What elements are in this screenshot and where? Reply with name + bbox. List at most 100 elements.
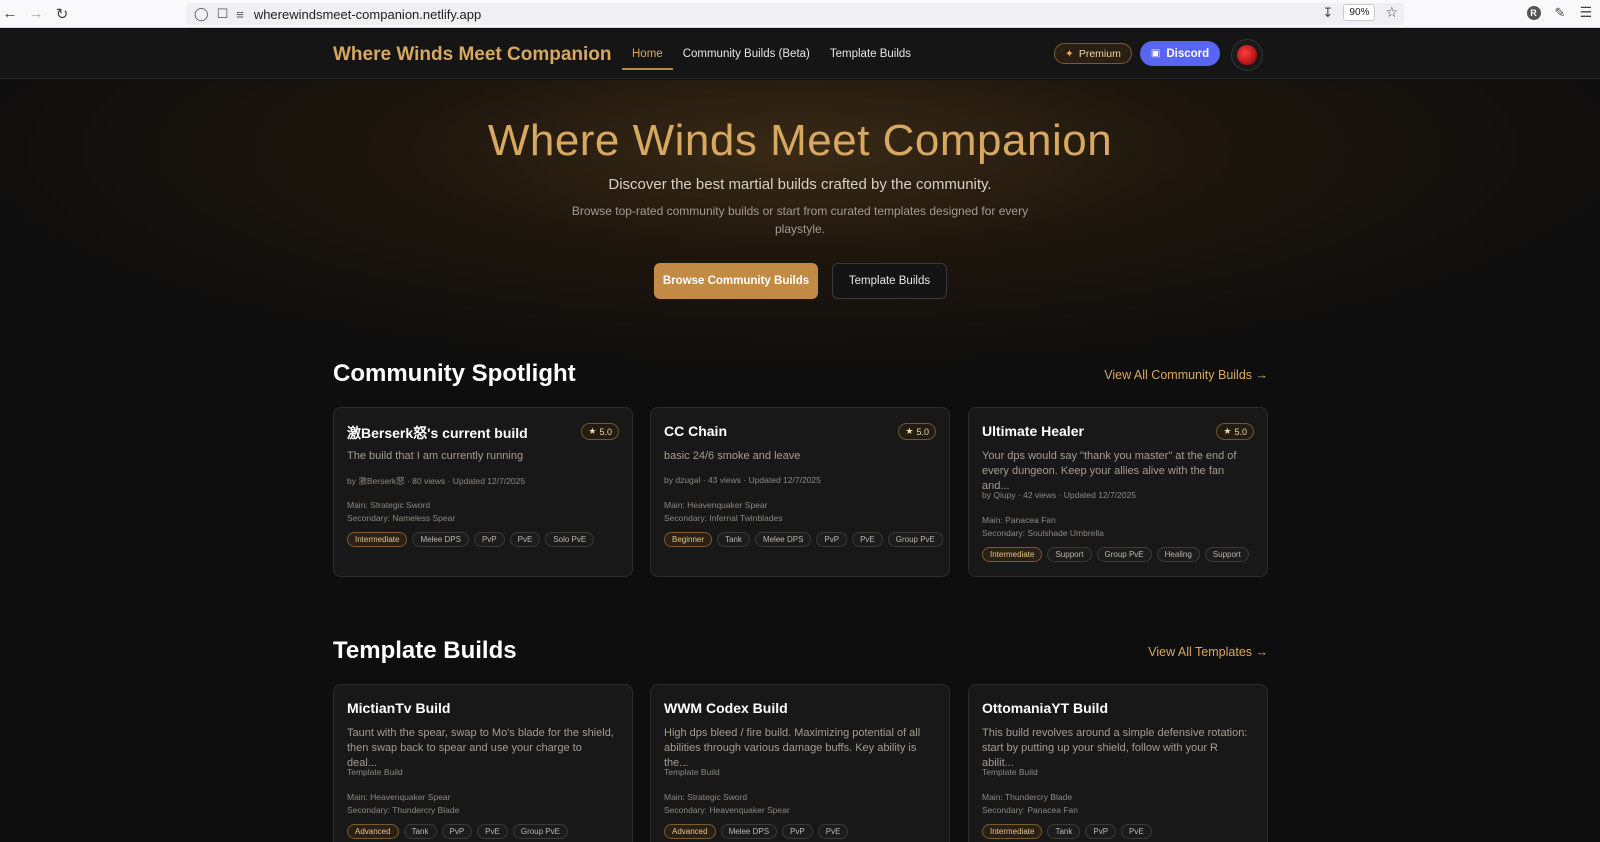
- hero-subtitle: Discover the best martial builds crafted…: [608, 176, 992, 193]
- tag: PvP: [1085, 824, 1117, 839]
- spotlight-card[interactable]: Ultimate Healer ★ 5.0 Your dps would say …: [968, 407, 1268, 577]
- download-icon[interactable]: ↧: [1323, 5, 1334, 21]
- site-logo[interactable]: Where Winds Meet Companion: [333, 44, 612, 66]
- tag: Melee DPS: [754, 532, 812, 547]
- difficulty-tag: Intermediate: [982, 547, 1043, 562]
- difficulty-tag: Intermediate: [982, 824, 1043, 839]
- view-all-community-builds-link[interactable]: View All Community Builds →: [1104, 368, 1268, 382]
- card-description: Taunt with the spear, swap to Mo's blade…: [347, 727, 614, 769]
- menu-icon[interactable]: ☰: [1579, 4, 1592, 21]
- shield-icon[interactable]: ◯: [194, 6, 209, 22]
- avatar-image: [1237, 45, 1257, 65]
- tag: PvP: [782, 824, 813, 839]
- star-icon: ★: [588, 426, 597, 436]
- discord-label: Discord: [1166, 47, 1210, 60]
- card-secondary-weapon: Secondary: Heavenquaker Spear: [664, 805, 790, 815]
- browser-toolbar: ← → ↻ ◯ ☐ ≡ wherewindsmeet-companion.net…: [0, 0, 1600, 28]
- card-secondary-weapon: Secondary: Panacea Fan: [982, 805, 1078, 815]
- forward-arrow-icon[interactable]: →: [26, 4, 46, 24]
- rating-value: 5.0: [1234, 426, 1247, 437]
- tag: PvP: [473, 532, 505, 547]
- tag: Support: [1047, 547, 1092, 562]
- card-description: High dps bleed / fire build. Maximizing …: [664, 727, 921, 769]
- tag: PvP: [441, 824, 473, 839]
- star-icon: ★: [1223, 426, 1232, 436]
- rating-badge: ★ 5.0: [1216, 423, 1254, 440]
- extensions-icon[interactable]: ✎: [1555, 5, 1566, 21]
- card-meta: by 激Berserk怒 · 80 views · Updated 12/7/2…: [347, 476, 526, 486]
- discord-icon: ▣: [1150, 48, 1161, 59]
- zoom-level[interactable]: 90%: [1343, 4, 1376, 21]
- profile-avatar-icon[interactable]: R: [1526, 5, 1541, 20]
- community-spotlight-title: Community Spotlight: [333, 360, 576, 387]
- card-title: OttomaniaYT Build: [982, 700, 1108, 716]
- card-meta: Template Build: [347, 767, 403, 777]
- card-secondary-weapon: Secondary: Thundercry Blade: [347, 805, 460, 815]
- card-description: Your dps would say "thank you master" at…: [982, 450, 1237, 492]
- tag: Solo PvE: [545, 532, 595, 547]
- tag: PvE: [477, 824, 508, 839]
- card-secondary-weapon: Secondary: Nameless Spear: [347, 513, 456, 523]
- tag: Healing: [1156, 547, 1200, 562]
- difficulty-tag: Intermediate: [347, 532, 408, 547]
- card-description: This build revolves around a simple defe…: [982, 727, 1248, 769]
- template-builds-title: Template Builds: [333, 637, 517, 664]
- card-secondary-weapon: Secondary: Soulshade Umbrella: [982, 528, 1104, 538]
- tag: Group PvE: [887, 532, 943, 547]
- template-card[interactable]: OttomaniaYT Build This build revolves ar…: [968, 684, 1268, 842]
- premium-button[interactable]: ✦ Premium: [1054, 43, 1132, 64]
- spotlight-card[interactable]: 激Berserk怒's current build ★ 5.0 The build…: [333, 407, 633, 577]
- card-title: Ultimate Healer: [982, 423, 1084, 439]
- tag: PvE: [852, 532, 883, 547]
- hero-description: Browse top-rated community builds or sta…: [571, 204, 1029, 236]
- card-main-weapon: Main: Strategic Sword: [664, 792, 748, 802]
- nav-community-builds[interactable]: Community Builds (Beta): [673, 42, 820, 66]
- tag: Group PvE: [1096, 547, 1152, 562]
- nav-home[interactable]: Home: [622, 42, 673, 70]
- tag: Tank: [403, 824, 437, 839]
- card-secondary-weapon: Secondary: Infernal Twinblades: [664, 513, 783, 523]
- card-title: CC Chain: [664, 423, 727, 439]
- card-description: The build that I am currently running: [347, 450, 524, 462]
- browse-community-builds-button[interactable]: Browse Community Builds: [654, 263, 818, 299]
- discord-button[interactable]: ▣ Discord: [1140, 41, 1220, 66]
- rating-value: 5.0: [916, 426, 929, 437]
- template-card[interactable]: WWM Codex Build High dps bleed / fire bu…: [650, 684, 950, 842]
- card-description: basic 24/6 smoke and leave: [664, 450, 801, 462]
- url-text[interactable]: wherewindsmeet-companion.netlify.app: [254, 7, 481, 22]
- view-all-templates-link[interactable]: View All Templates →: [1148, 645, 1268, 659]
- address-bar[interactable]: ◯ ☐ ≡ wherewindsmeet-companion.netlify.a…: [186, 3, 1404, 25]
- tag-list: Intermediate Tank PvP PvE: [982, 824, 1152, 839]
- site-header: Where Winds Meet Companion Home Communit…: [0, 29, 1600, 79]
- card-title: WWM Codex Build: [664, 700, 788, 716]
- template-builds-button[interactable]: Template Builds: [832, 263, 947, 299]
- premium-label: Premium: [1078, 47, 1121, 60]
- tag: PvE: [817, 824, 849, 839]
- lock-icon[interactable]: ☐: [217, 6, 229, 22]
- hero-section: Where Winds Meet Companion Discover the …: [0, 80, 1600, 360]
- rating-badge: ★ 5.0: [581, 423, 619, 440]
- user-avatar[interactable]: [1231, 39, 1263, 71]
- sparkle-icon: ✦: [1065, 47, 1074, 60]
- bookmark-star-icon[interactable]: ☆: [1385, 4, 1398, 21]
- tag: Melee DPS: [720, 824, 778, 839]
- nav-template-builds[interactable]: Template Builds: [820, 42, 921, 66]
- tag: Group PvE: [512, 824, 568, 839]
- card-meta: Template Build: [982, 767, 1038, 777]
- tag-list: Intermediate Melee DPS PvP PvE Solo PvE: [347, 532, 595, 547]
- reload-icon[interactable]: ↻: [52, 4, 72, 24]
- tag: PvE: [509, 532, 541, 547]
- card-main-weapon: Main: Thundercry Blade: [982, 792, 1073, 802]
- template-card[interactable]: MictianTv Build Taunt with the spear, sw…: [333, 684, 633, 842]
- card-title: MictianTv Build: [347, 700, 451, 716]
- permissions-icon[interactable]: ≡: [236, 7, 244, 22]
- card-meta: by dzugal · 43 views · Updated 12/7/2025: [664, 475, 821, 485]
- tag: PvP: [816, 532, 848, 547]
- card-main-weapon: Main: Strategic Sword: [347, 500, 431, 510]
- tag: PvE: [1121, 824, 1152, 839]
- back-arrow-icon[interactable]: ←: [0, 4, 20, 24]
- spotlight-card[interactable]: CC Chain ★ 5.0 basic 24/6 smoke and leave…: [650, 407, 950, 577]
- tag: Tank: [717, 532, 750, 547]
- difficulty-tag: Beginner: [664, 532, 713, 547]
- tag: Tank: [1047, 824, 1081, 839]
